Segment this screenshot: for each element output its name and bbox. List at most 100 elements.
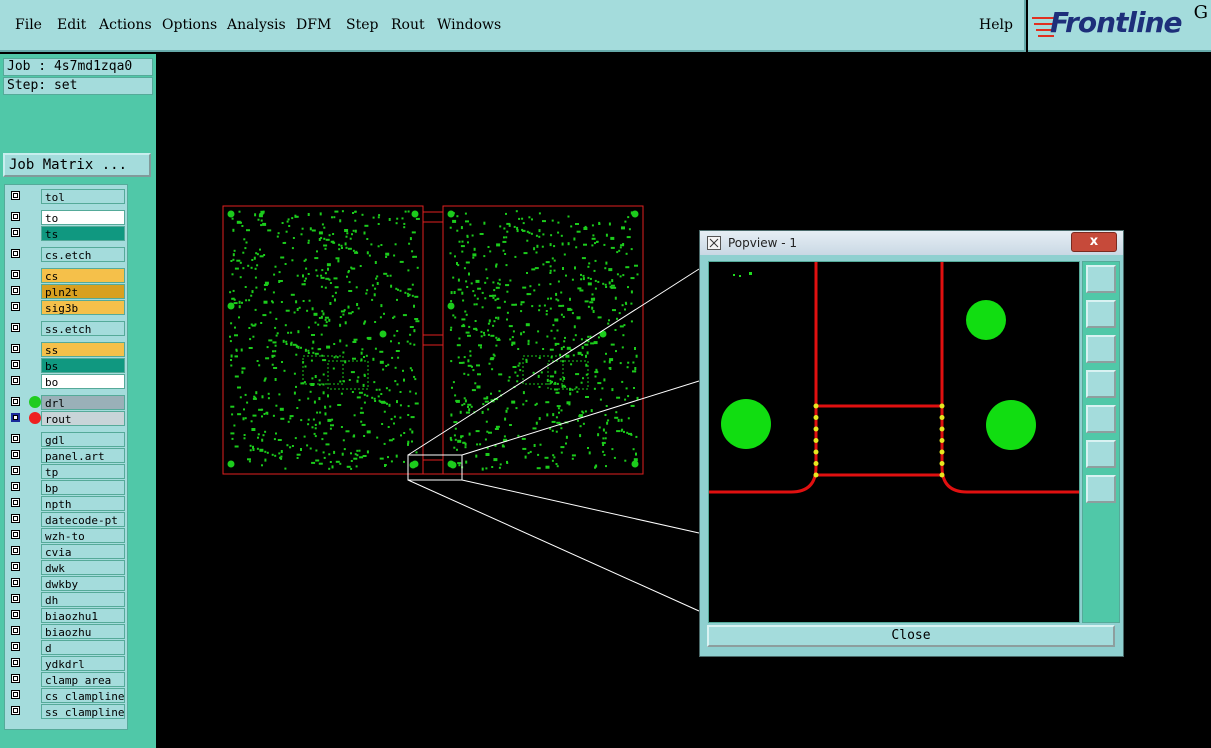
- menu-help[interactable]: Help: [979, 17, 1013, 33]
- layer-row-d[interactable]: d: [7, 640, 127, 655]
- layer-checkbox[interactable]: [11, 546, 20, 555]
- layer-row-ts[interactable]: ts: [7, 226, 127, 241]
- layer-name: cvia: [41, 544, 125, 559]
- layer-row-cs-etch[interactable]: cs.etch: [7, 247, 127, 262]
- layer-row-rout[interactable]: rout: [7, 411, 127, 426]
- layer-checkbox[interactable]: [11, 413, 20, 422]
- window-close-icon[interactable]: x: [1071, 232, 1117, 252]
- layer-checkbox[interactable]: [11, 674, 20, 683]
- layer-row-bo[interactable]: bo: [7, 374, 127, 389]
- layer-checkbox[interactable]: [11, 376, 20, 385]
- layer-name: biaozhu: [41, 624, 125, 639]
- checkbox-inner: [13, 325, 18, 330]
- layer-checkbox[interactable]: [11, 466, 20, 475]
- layer-row-biaozhu1[interactable]: biaozhu1: [7, 608, 127, 623]
- layer-row-clamp-area[interactable]: clamp_area: [7, 672, 127, 687]
- layer-checkbox[interactable]: [11, 690, 20, 699]
- checkbox-inner: [13, 660, 18, 665]
- zoom-fit-icon[interactable]: [1086, 265, 1116, 293]
- layer-row-biaozhu[interactable]: biaozhu: [7, 624, 127, 639]
- layer-row-pln2t[interactable]: pln2t: [7, 284, 127, 299]
- layer-row-tol[interactable]: tol: [7, 189, 127, 204]
- layer-row-npth[interactable]: npth: [7, 496, 127, 511]
- layer-checkbox[interactable]: [11, 249, 20, 258]
- layer-name: d: [41, 640, 125, 655]
- layer-checkbox[interactable]: [11, 482, 20, 491]
- layer-row-ydkdrl[interactable]: ydkdrl: [7, 656, 127, 671]
- checkbox-inner: [13, 272, 18, 277]
- layer-row-sig3b[interactable]: sig3b: [7, 300, 127, 315]
- checkbox-inner: [13, 564, 18, 569]
- pan-right-icon[interactable]: [1086, 405, 1116, 433]
- popview-close-button[interactable]: Close: [707, 625, 1115, 647]
- layer-checkbox[interactable]: [11, 344, 20, 353]
- layer-checkbox[interactable]: [11, 658, 20, 667]
- menu-step[interactable]: Step: [346, 17, 378, 33]
- layer-checkbox[interactable]: [11, 434, 20, 443]
- layer-row-cs-clampline[interactable]: cs_clampline: [7, 688, 127, 703]
- layer-checkbox[interactable]: [11, 706, 20, 715]
- layer-checkbox[interactable]: [11, 562, 20, 571]
- layer-checkbox[interactable]: [11, 594, 20, 603]
- layer-checkbox[interactable]: [11, 530, 20, 539]
- layer-row-tp[interactable]: tp: [7, 464, 127, 479]
- layer-row-panel-art[interactable]: panel.art: [7, 448, 127, 463]
- layer-name: ss.etch: [41, 321, 125, 336]
- menu-windows[interactable]: Windows: [437, 17, 501, 33]
- layer-checkbox[interactable]: [11, 286, 20, 295]
- layer-checkbox[interactable]: [11, 578, 20, 587]
- layer-row-ss-etch[interactable]: ss.etch: [7, 321, 127, 336]
- layer-row-ss-clampline[interactable]: ss_clampline: [7, 704, 127, 719]
- layer-checkbox[interactable]: [11, 514, 20, 523]
- menu-options[interactable]: Options: [162, 17, 217, 33]
- layer-checkbox[interactable]: [11, 191, 20, 200]
- layer-checkbox[interactable]: [11, 450, 20, 459]
- zoom-in-icon[interactable]: [1086, 440, 1116, 468]
- layer-row-wzh-to[interactable]: wzh-to: [7, 528, 127, 543]
- checkbox-inner: [13, 708, 18, 713]
- layer-checkbox[interactable]: [11, 212, 20, 221]
- layer-checkbox[interactable]: [11, 302, 20, 311]
- layer-checkbox[interactable]: [11, 642, 20, 651]
- layer-checkbox[interactable]: [11, 397, 20, 406]
- layer-name: wzh-to: [41, 528, 125, 543]
- pan-up-icon[interactable]: [1086, 300, 1116, 328]
- menu-edit[interactable]: Edit: [57, 17, 86, 33]
- popview-titlebar[interactable]: Popview - 1 x: [700, 231, 1123, 255]
- layer-name: cs: [41, 268, 125, 283]
- layer-checkbox[interactable]: [11, 610, 20, 619]
- layer-row-dwkby[interactable]: dwkby: [7, 576, 127, 591]
- pan-down-icon[interactable]: [1086, 335, 1116, 363]
- menu-bar: File Edit Actions Options Analysis DFM S…: [0, 0, 1026, 52]
- layer-row-gdl[interactable]: gdl: [7, 432, 127, 447]
- menu-dfm[interactable]: DFM: [296, 17, 331, 33]
- layer-name: sig3b: [41, 300, 125, 315]
- layer-row-to[interactable]: to: [7, 210, 127, 225]
- layer-checkbox[interactable]: [11, 270, 20, 279]
- layer-row-ss[interactable]: ss: [7, 342, 127, 357]
- layer-checkbox[interactable]: [11, 228, 20, 237]
- pan-left-icon[interactable]: [1086, 370, 1116, 398]
- layer-checkbox[interactable]: [11, 626, 20, 635]
- layer-row-dwk[interactable]: dwk: [7, 560, 127, 575]
- layer-checkbox[interactable]: [11, 498, 20, 507]
- layer-row-drl[interactable]: drl: [7, 395, 127, 410]
- checkbox-inner: [13, 193, 18, 198]
- layer-row-datecode-pt[interactable]: datecode-pt: [7, 512, 127, 527]
- menu-rout[interactable]: Rout: [391, 17, 425, 33]
- menu-actions[interactable]: Actions: [99, 17, 152, 33]
- menu-analysis[interactable]: Analysis: [227, 17, 286, 33]
- layer-row-dh[interactable]: dh: [7, 592, 127, 607]
- popview-canvas[interactable]: [708, 261, 1080, 623]
- layer-row-cvia[interactable]: cvia: [7, 544, 127, 559]
- layer-list-scrollbar[interactable]: [131, 184, 153, 730]
- layer-row-bs[interactable]: bs: [7, 358, 127, 373]
- menu-file[interactable]: File: [15, 17, 42, 33]
- zoom-out-icon[interactable]: [1086, 475, 1116, 503]
- checkbox-inner: [13, 548, 18, 553]
- job-matrix-button[interactable]: Job Matrix ...: [3, 153, 151, 177]
- layer-checkbox[interactable]: [11, 360, 20, 369]
- layer-row-cs[interactable]: cs: [7, 268, 127, 283]
- layer-row-bp[interactable]: bp: [7, 480, 127, 495]
- layer-checkbox[interactable]: [11, 323, 20, 332]
